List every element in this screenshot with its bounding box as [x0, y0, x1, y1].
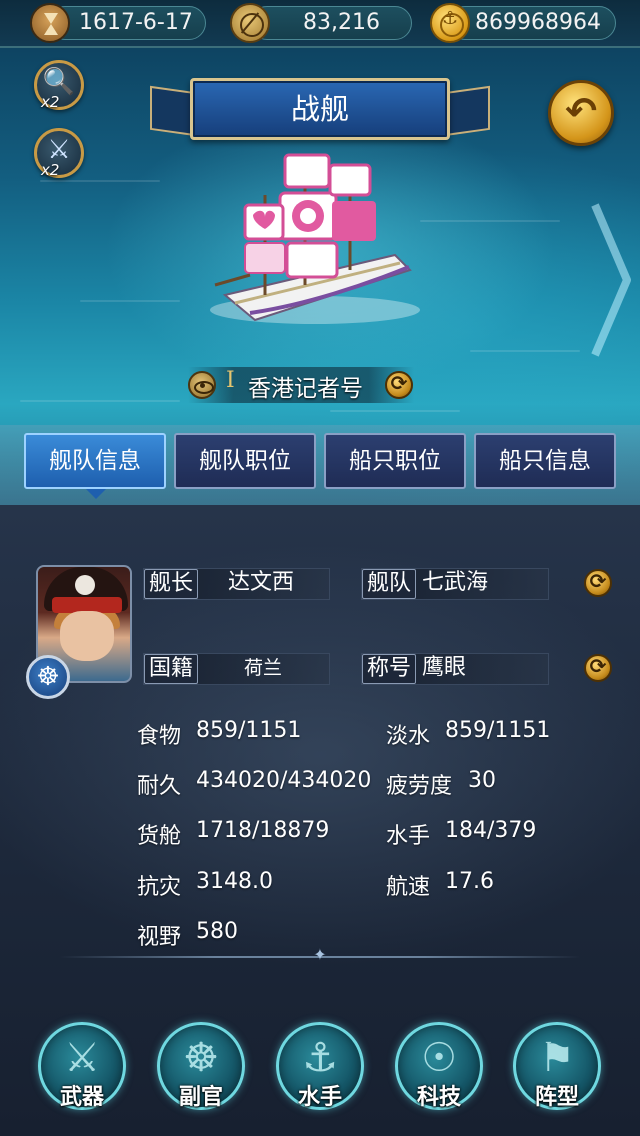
- portrait-skull-emblem: [75, 575, 95, 595]
- title-label: 称号: [362, 654, 417, 684]
- water-label: 淡水: [386, 724, 431, 749]
- nationality-label: 国籍: [144, 654, 199, 684]
- tab-fleet-positions[interactable]: 舰队职位: [174, 433, 316, 489]
- scout-item-button[interactable]: 🔍 x2: [34, 60, 84, 111]
- speed-label: 航速: [386, 875, 431, 900]
- hook-icon: ⚓: [302, 1035, 338, 1081]
- weapons-label: 武器: [59, 1085, 104, 1110]
- captain-field: 舰长 达文西: [143, 568, 330, 600]
- technology-button[interactable]: ☉ 科技: [395, 1022, 483, 1110]
- technology-label: 科技: [416, 1085, 461, 1110]
- wave-line: [80, 300, 180, 302]
- title-banner: 战舰: [150, 78, 490, 140]
- wave-line: [420, 220, 560, 222]
- fleet-field: 舰队 七武海: [361, 568, 549, 600]
- wave-line: [470, 350, 580, 352]
- date-display: 1617-6-17: [48, 6, 206, 40]
- wave-line: [20, 400, 180, 402]
- date-text: 1617-6-17: [79, 10, 193, 35]
- title-value: 鹰眼: [422, 655, 467, 680]
- rename-ship-icon[interactable]: [385, 371, 413, 399]
- ship-wheel-icon: ☸: [183, 1035, 219, 1081]
- fleet-label: 舰队: [362, 569, 417, 599]
- title-field: 称号 鹰眼: [361, 653, 549, 685]
- sailors-button[interactable]: ⚓ 水手: [276, 1022, 364, 1110]
- back-arrow-icon: ↶: [565, 89, 597, 133]
- officer-button[interactable]: ☸ 副官: [157, 1022, 245, 1110]
- next-ship-chevron-icon[interactable]: [585, 200, 635, 360]
- fatigue-value: 30: [468, 768, 496, 793]
- gold-coin-icon: [430, 3, 470, 43]
- cutlass-icon: ⚔: [64, 1035, 100, 1081]
- portrait-face: [60, 611, 114, 661]
- water-value: 859/1151: [445, 718, 551, 743]
- sailors-value: 184/379: [445, 818, 537, 843]
- vision-label: 视野: [137, 925, 182, 950]
- captain-label: 舰长: [144, 569, 199, 599]
- formation-label: 阵型: [534, 1085, 579, 1110]
- item-multiplier: x2: [41, 93, 60, 111]
- durability-label: 耐久: [137, 774, 182, 799]
- resistance-value: 3148.0: [196, 869, 273, 894]
- gold-value: 869968964: [475, 10, 601, 35]
- back-button[interactable]: ↶: [548, 80, 614, 146]
- gold-resource: 869968964: [448, 6, 616, 40]
- page-title: 战舰: [190, 78, 450, 140]
- resistance-label: 抗灾: [137, 875, 182, 900]
- vision-value: 580: [196, 919, 238, 944]
- food-label: 食物: [137, 724, 182, 749]
- ship-wheel-icon: ☸: [26, 655, 70, 699]
- wave-line: [330, 410, 460, 412]
- formation-button[interactable]: ⚑ 阵型: [513, 1022, 601, 1110]
- compass-resource: 83,216: [250, 6, 412, 40]
- tab-fleet-info[interactable]: 舰队信息: [24, 433, 166, 499]
- battle-item-button[interactable]: ⚔ x2: [34, 128, 84, 179]
- compass-icon: ☉: [421, 1035, 457, 1081]
- resource-bar: 1617-6-17 83,216 869968964: [0, 0, 640, 48]
- ship-illustration: [210, 153, 420, 324]
- weapons-button[interactable]: ⚔ 武器: [38, 1022, 126, 1110]
- captain-name: 达文西: [228, 570, 295, 595]
- sailors-menu-label: 水手: [297, 1085, 342, 1110]
- fleet-name: 七武海: [422, 570, 489, 595]
- tab-ship-info[interactable]: 船只信息: [474, 433, 616, 489]
- compass-coin-icon: [230, 3, 270, 43]
- hourglass-icon: [30, 3, 70, 43]
- sailors-label: 水手: [386, 824, 431, 849]
- compass-value: 83,216: [303, 10, 380, 35]
- eye-icon[interactable]: [188, 371, 216, 399]
- speed-value: 17.6: [445, 869, 494, 894]
- ship-rank: I: [226, 368, 235, 393]
- wave-line: [40, 180, 160, 182]
- nationality-value: 荷兰: [244, 657, 283, 679]
- durability-value: 434020/434020: [196, 768, 372, 793]
- tab-ship-positions[interactable]: 船只职位: [324, 433, 466, 489]
- fatigue-label: 疲劳度: [386, 774, 453, 799]
- change-title-icon[interactable]: [584, 654, 612, 682]
- tab-bar: 舰队信息 舰队职位 船只职位 船只信息: [0, 425, 640, 505]
- item-multiplier: x2: [41, 161, 60, 179]
- cargo-value: 1718/18879: [196, 818, 330, 843]
- officer-label: 副官: [178, 1085, 223, 1110]
- nationality-field: 国籍 荷兰: [143, 653, 330, 685]
- flag-icon: ⚑: [539, 1035, 575, 1081]
- ship-name: 香港记者号: [248, 376, 363, 402]
- change-fleet-icon[interactable]: [584, 569, 612, 597]
- food-value: 859/1151: [196, 718, 302, 743]
- divider-ornament-icon: ✦: [313, 945, 327, 964]
- cargo-label: 货舱: [137, 824, 182, 849]
- ship-name-bar: I 香港记者号: [188, 367, 414, 403]
